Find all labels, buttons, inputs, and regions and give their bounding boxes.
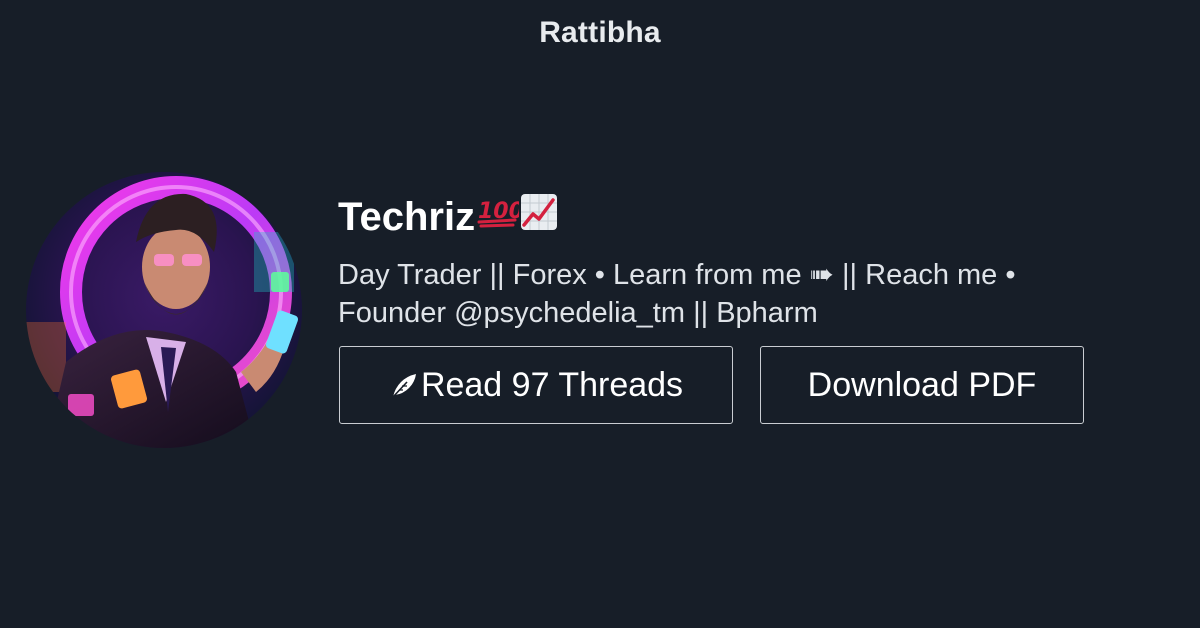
site-title: Rattibha (539, 16, 661, 49)
read-threads-label: Read 97 Threads (420, 365, 684, 404)
profile-bio: Day Trader || Forex • Learn from me ➠ ||… (338, 256, 1168, 332)
feather-icon (389, 370, 419, 400)
avatar (26, 172, 302, 448)
hundred-points-icon: 100 (477, 194, 524, 240)
download-pdf-label: Download PDF (807, 365, 1037, 404)
download-pdf-button[interactable]: Download PDF (760, 346, 1084, 424)
profile-name: Techriz (338, 194, 476, 239)
bio-line: Founder @psychedelia_tm || Bpharm (338, 297, 818, 329)
chart-increasing-icon (519, 192, 559, 242)
profile-name-row: Techriz 100 (338, 192, 559, 242)
bio-line: Day Trader || Forex • Learn from me ➠ ||… (338, 259, 1016, 291)
read-threads-button[interactable]: Read 97 Threads (339, 346, 733, 424)
